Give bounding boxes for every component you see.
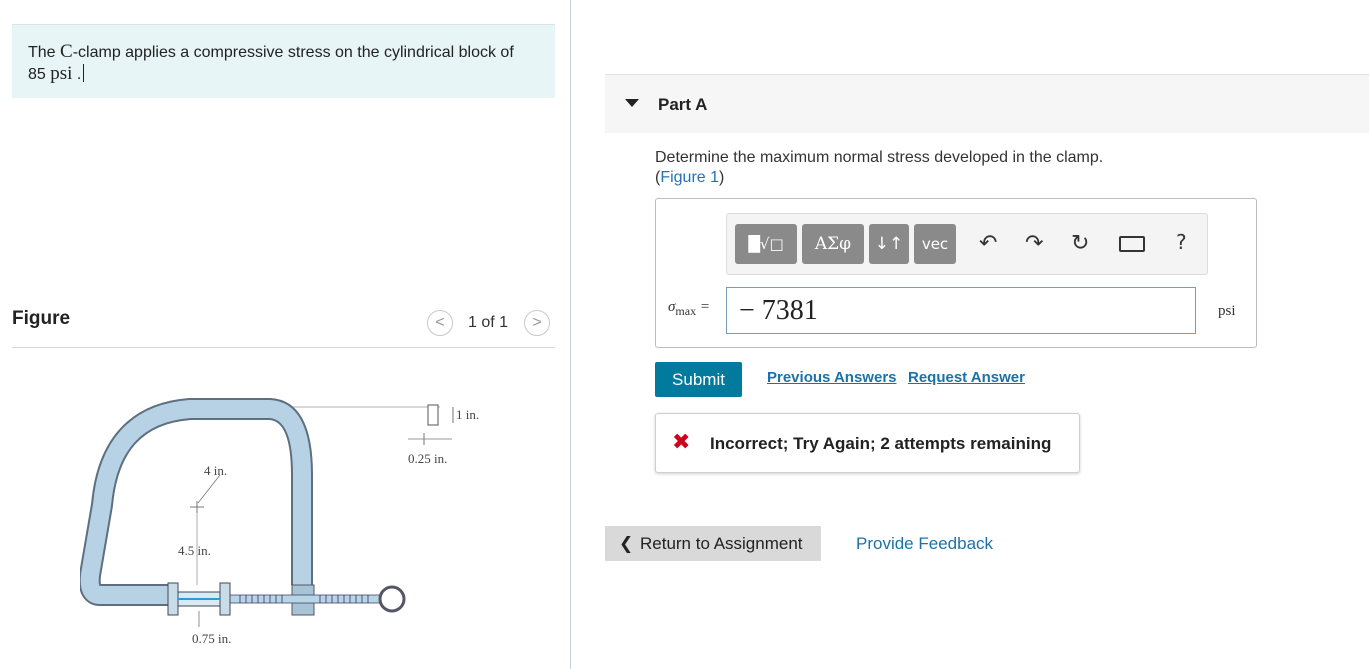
problem-c-letter: C	[60, 41, 73, 62]
keyboard-icon[interactable]	[1119, 236, 1145, 252]
vector-button[interactable]: vec	[914, 224, 956, 264]
clamp-pad-left	[167, 582, 179, 616]
previous-answers-link[interactable]: Previous Answers	[767, 369, 897, 386]
problem-statement: The C-clamp applies a compressive stress…	[12, 24, 555, 98]
clamp-frame	[80, 400, 311, 604]
answer-box: █√□ ΑΣφ ↓↑ vec ↶ ↷ ↻ ? σmax = − 7381 psi	[655, 198, 1257, 348]
problem-period: .	[76, 66, 82, 83]
left-column: The C-clamp applies a compressive stress…	[0, 0, 570, 669]
greek-symbols-button[interactable]: ΑΣφ	[802, 224, 864, 264]
text-cursor	[83, 64, 85, 82]
reset-icon[interactable]: ↻	[1071, 232, 1089, 256]
right-column: Part A Determine the maximum normal stre…	[571, 0, 1369, 669]
label-height: 4.5 in.	[178, 543, 211, 558]
figure-reference: (Figure 1)	[655, 168, 1103, 188]
c-clamp-figure: 1 in. 0.25 in. 4 in. 4.5 in. 0.75 in.	[80, 398, 479, 646]
question-prompt: Determine the maximum normal stress deve…	[655, 149, 1104, 166]
problem-text: The	[28, 44, 61, 61]
incorrect-feedback: ✖ Incorrect; Try Again; 2 attempts remai…	[655, 413, 1080, 473]
request-answer-link[interactable]: Request Answer	[908, 369, 1025, 386]
problem-line-2: 85 psi .	[28, 63, 539, 85]
label-diameter: 0.75 in.	[192, 631, 231, 646]
collapse-caret-icon[interactable]	[625, 99, 639, 107]
undo-icon[interactable]: ↶	[979, 232, 997, 256]
figure-link[interactable]: Figure 1	[660, 169, 719, 186]
problem-text-rest: -clamp applies a compressive stress on t…	[72, 44, 514, 61]
figure-next-button[interactable]: >	[524, 310, 550, 336]
label-1in: 1 in.	[456, 407, 479, 422]
problem-line-1: The C-clamp applies a compressive stress…	[28, 41, 539, 63]
label-radius: 4 in.	[204, 463, 227, 478]
figure-prev-button[interactable]: <	[427, 310, 453, 336]
return-label: Return to Assignment	[639, 534, 803, 553]
sigma-subscript: max	[675, 304, 697, 318]
part-a-header[interactable]: Part A	[605, 74, 1369, 133]
problem-value: 85	[28, 66, 46, 83]
figure-ref-close: )	[719, 169, 725, 186]
math-toolbar: █√□ ΑΣφ ↓↑ vec ↶ ↷ ↻ ?	[726, 213, 1208, 275]
chevron-left-icon: ❮	[619, 534, 634, 553]
screw-handle-ring	[378, 585, 406, 613]
arrows-button[interactable]: ↓↑	[869, 224, 909, 264]
label-gap: 0.25 in.	[408, 451, 447, 466]
dim-radius-line	[197, 474, 221, 504]
return-to-assignment-button[interactable]: ❮ Return to Assignment	[605, 526, 821, 561]
equals-sign: =	[696, 299, 710, 315]
problem-unit: psi	[50, 63, 73, 84]
error-x-icon: ✖	[672, 429, 691, 454]
help-icon[interactable]: ?	[1176, 230, 1187, 254]
answer-unit: psi	[1218, 303, 1236, 319]
provide-feedback-link[interactable]: Provide Feedback	[856, 534, 993, 554]
clamp-pad-right	[219, 582, 231, 616]
figure-header: Figure < 1 of 1 >	[12, 298, 555, 348]
feedback-message: Incorrect; Try Again; 2 attempts remaini…	[710, 434, 1052, 453]
answer-input[interactable]: − 7381	[726, 287, 1196, 334]
screw-shaft	[229, 594, 381, 604]
figure-counter: 1 of 1	[468, 314, 509, 331]
redo-icon[interactable]: ↷	[1025, 232, 1043, 256]
figure-title: Figure	[12, 308, 71, 329]
question-text: Determine the maximum normal stress deve…	[655, 148, 1103, 188]
block-outline	[427, 404, 439, 426]
sigma-max-label: σmax =	[668, 299, 710, 319]
templates-button[interactable]: █√□	[735, 224, 797, 264]
part-title: Part A	[658, 95, 708, 114]
submit-button[interactable]: Submit	[655, 362, 742, 397]
